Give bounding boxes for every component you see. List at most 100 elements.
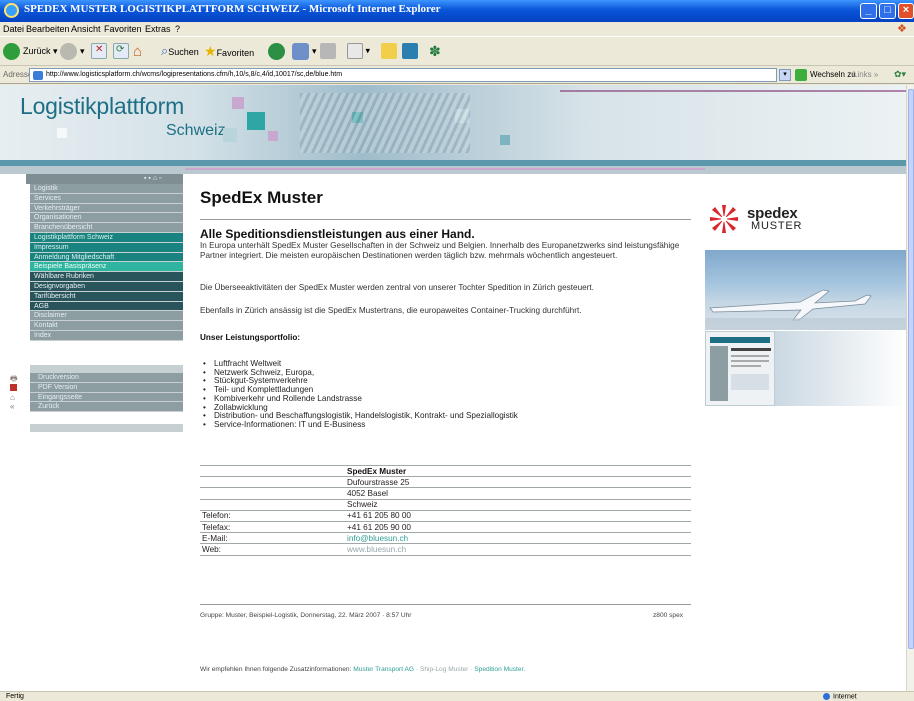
sidebar-tool-icons[interactable]: ▪ ▪ ⌂ ▫ xyxy=(144,175,162,182)
menu-help[interactable]: ? xyxy=(175,24,180,34)
nav-item-kontakt[interactable]: Kontakt xyxy=(30,321,183,331)
status-bar: Fertig Internet xyxy=(0,691,914,701)
nav-item-verkehrstraeger[interactable]: Verkehrsträger xyxy=(30,203,183,214)
nav-item-logistikplattform[interactable]: Logistikplattform Schweiz xyxy=(30,232,183,243)
address-input[interactable]: http://www.logisticsplatform.ch/wcms/log… xyxy=(29,68,777,82)
web-link[interactable]: www.bluesun.ch xyxy=(345,543,691,556)
print-icon xyxy=(320,43,336,59)
util-pdf[interactable]: PDF Version xyxy=(10,382,183,393)
telefon-label: Telefon: xyxy=(200,510,345,522)
table-row: E-Mail: info@bluesun.ch xyxy=(200,532,691,545)
sidebar-nav: Logistik Services Verkehrsträger Organis… xyxy=(30,184,183,341)
website-thumbnail xyxy=(705,331,775,406)
intro-paragraph: In Europa unterhält SpedEx Muster Gesell… xyxy=(200,241,680,260)
printer-icon: 🖶 xyxy=(10,374,18,383)
spedex-logo[interactable]: spedex MUSTER xyxy=(709,188,905,236)
search-button[interactable]: ⌕Suchen xyxy=(161,43,199,61)
back-arrow-icon xyxy=(3,43,20,60)
nav-item-branchenuebersicht[interactable]: Branchenübersicht xyxy=(30,223,183,233)
decor-square xyxy=(500,135,510,145)
contact-label xyxy=(200,487,345,500)
history-icon xyxy=(268,43,285,60)
vertical-scrollbar[interactable] xyxy=(906,85,914,691)
folder-button[interactable] xyxy=(381,43,397,61)
stop-button[interactable]: ✕ xyxy=(91,43,107,61)
contact-label xyxy=(200,499,345,511)
minimize-button[interactable]: _ xyxy=(860,3,877,19)
address-dropdown-button[interactable]: ▾ xyxy=(779,69,791,81)
decor-square xyxy=(247,112,265,130)
page-icon xyxy=(33,71,43,80)
main-content: SpedEx Muster Alle Speditionsdienstleist… xyxy=(183,174,705,691)
nav-item-logistik[interactable]: Logistik xyxy=(30,184,183,194)
util-zurueck[interactable]: «Zurück xyxy=(10,402,183,413)
toolbar-extension-icon[interactable]: ✿▾ xyxy=(894,69,906,80)
sidebar-utility: 🖶 Druckversion PDF Version ⌂ Eingangsseite… xyxy=(10,373,183,413)
site-logo-line1[interactable]: Logistikplattform xyxy=(20,93,184,120)
windows-flag-icon: ❖ xyxy=(897,23,907,35)
nav-item-tarifuebersicht[interactable]: Tarifübersicht xyxy=(30,291,183,302)
browser-window: SPEDEX MUSTER LOGISTIKPLATTFORM SCHWEIZ … xyxy=(0,0,914,701)
company-name: SpedEx Muster xyxy=(345,465,691,478)
home-icon: ⌂ xyxy=(10,392,15,402)
recommend-link-muster-transport[interactable]: Muster Transport AG xyxy=(353,666,414,673)
nav-item-anmeldung[interactable]: Anmeldung Mitgliedschaft xyxy=(30,252,183,263)
mail-icon xyxy=(292,43,309,60)
folder-icon xyxy=(381,43,397,59)
scrollbar-thumb[interactable] xyxy=(908,89,914,649)
brand-sub: MUSTER xyxy=(751,220,803,232)
edit-button[interactable]: ▾ xyxy=(347,43,370,61)
research-button[interactable] xyxy=(402,43,418,61)
nav-item-designvorgaben[interactable]: Designvorgaben xyxy=(30,281,183,292)
links-button[interactable]: Links » xyxy=(853,70,878,79)
city: 4052 Basel xyxy=(345,487,691,500)
email-link[interactable]: info@bluesun.ch xyxy=(345,532,691,545)
divider xyxy=(200,604,691,605)
nav-item-rubriken[interactable]: Wählbare Rubriken xyxy=(30,272,183,282)
contact-table: SpedEx Muster Dufourstrasse 25 4052 Base… xyxy=(200,465,691,556)
util-druckversion[interactable]: 🖶 Druckversion xyxy=(10,373,183,383)
nav-item-disclaimer[interactable]: Disclaimer xyxy=(30,311,183,322)
util-eingangsseite[interactable]: ⌂ Eingangsseite xyxy=(10,392,183,403)
favorites-button[interactable]: ★Favoriten xyxy=(204,43,254,61)
menu-ansicht[interactable]: Ansicht xyxy=(71,24,101,34)
back-button[interactable]: Zurück ▾ xyxy=(3,43,58,61)
site-logo-line2[interactable]: Schweiz xyxy=(166,122,226,140)
history-button[interactable] xyxy=(268,43,288,61)
messenger-button[interactable]: ✽ xyxy=(429,43,441,61)
title-bar: SPEDEX MUSTER LOGISTIKPLATTFORM SCHWEIZ … xyxy=(0,0,914,22)
divider xyxy=(200,219,691,220)
maximize-button[interactable]: □ xyxy=(879,3,896,19)
header-photo xyxy=(300,93,470,153)
nav-item-services[interactable]: Services xyxy=(30,193,183,204)
menu-bearbeiten[interactable]: Bearbeiten xyxy=(26,24,70,34)
print-button[interactable] xyxy=(320,43,336,61)
right-column: spedex MUSTER xyxy=(705,174,906,691)
nav-item-index[interactable]: Index xyxy=(30,330,183,341)
nav-item-beispiele[interactable]: Beispiele Basispräsenz xyxy=(30,262,183,273)
toolbar: Zurück ▾ ▾ ✕ ⟳ ⌂ ⌕Suchen ★Favoriten ▾ ▾ … xyxy=(0,36,914,66)
decor-square xyxy=(268,131,278,141)
table-row: Telefax: +41 61 205 90 00 xyxy=(200,521,691,534)
edit-icon xyxy=(347,43,363,59)
close-button[interactable]: × xyxy=(898,3,914,19)
menu-favoriten[interactable]: Favoriten xyxy=(104,24,142,34)
menu-extras[interactable]: Extras xyxy=(145,24,171,34)
airplane-photo xyxy=(705,250,906,330)
forward-button[interactable]: ▾ xyxy=(60,43,85,61)
telefax-label: Telefax: xyxy=(200,521,345,534)
nav-item-impressum[interactable]: Impressum xyxy=(30,242,183,253)
nav-item-agb[interactable]: AGB xyxy=(30,301,183,312)
page-title: SpedEx Muster xyxy=(200,188,323,207)
nav-item-organisationen[interactable]: Organisationen xyxy=(30,213,183,224)
messenger-icon: ✽ xyxy=(429,43,441,59)
contact-label xyxy=(200,465,345,478)
home-button[interactable]: ⌂ xyxy=(133,43,142,61)
menu-datei[interactable]: Datei xyxy=(3,24,24,34)
go-button[interactable]: Wechseln zu xyxy=(795,69,856,81)
window-title: SPEDEX MUSTER LOGISTIKPLATTFORM SCHWEIZ … xyxy=(24,3,441,15)
recommend-link-ship-log[interactable]: Ship-Log Muster xyxy=(420,666,468,673)
mail-button[interactable]: ▾ xyxy=(292,43,317,61)
recommend-link-spedition[interactable]: Spedition Muster. xyxy=(474,666,525,673)
refresh-button[interactable]: ⟳ xyxy=(113,43,129,61)
